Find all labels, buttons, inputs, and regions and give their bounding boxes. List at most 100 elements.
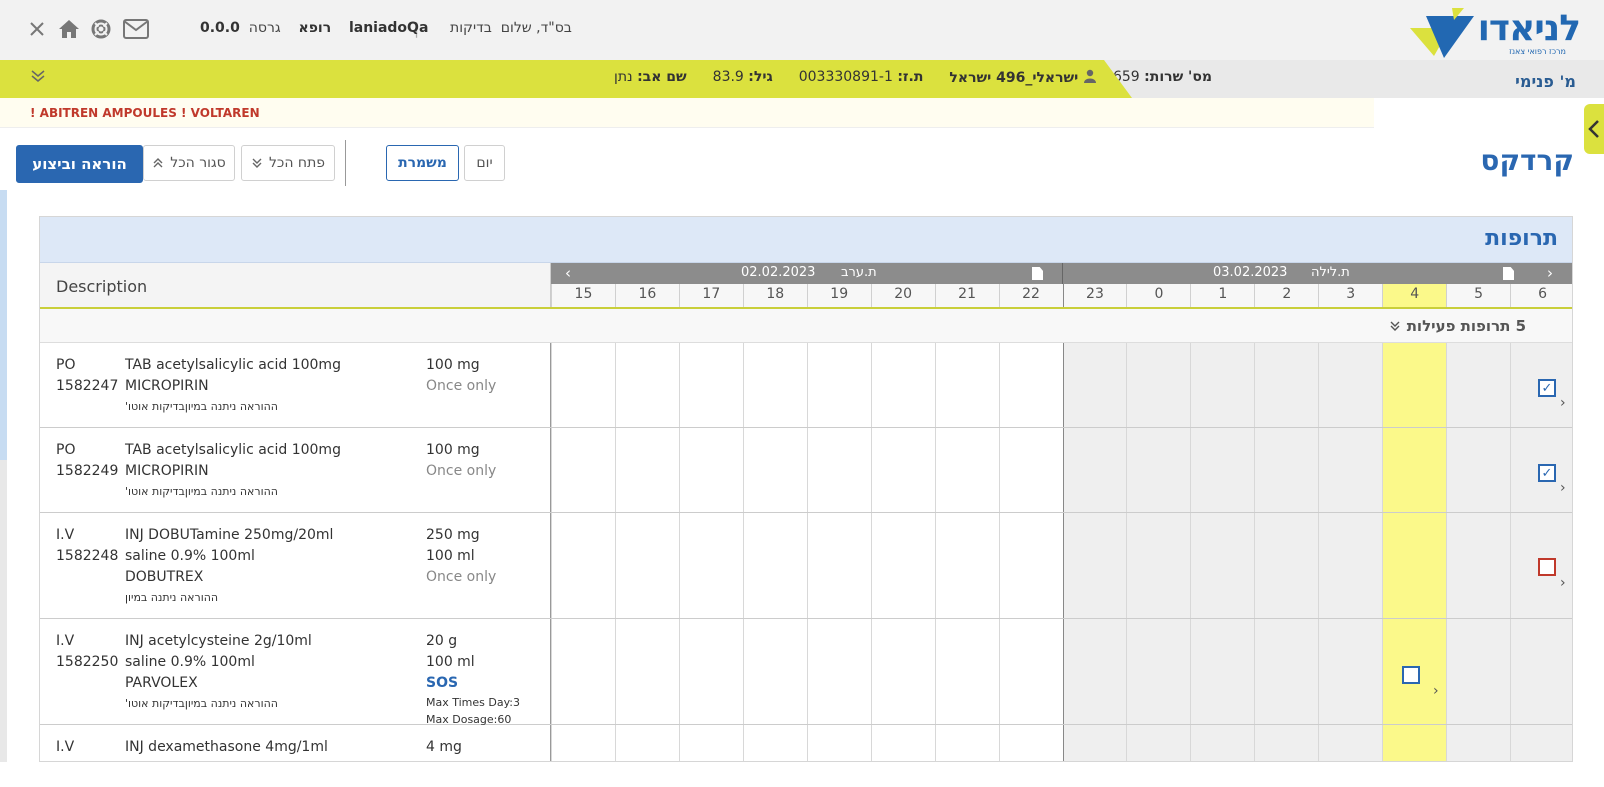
schedule-cell[interactable] bbox=[1190, 343, 1255, 427]
schedule-cell[interactable] bbox=[551, 428, 615, 512]
expand-all-button[interactable]: פתח הכל bbox=[241, 145, 335, 181]
schedule-cell[interactable] bbox=[1254, 428, 1319, 512]
schedule-cell[interactable] bbox=[1510, 725, 1572, 761]
chevron-right-icon[interactable]: › bbox=[1560, 575, 1566, 591]
collapse-all-button[interactable]: סגור הכל bbox=[143, 145, 235, 181]
schedule-cell[interactable] bbox=[1126, 343, 1191, 427]
schedule-cell[interactable] bbox=[742, 725, 807, 761]
schedule-cell[interactable] bbox=[1382, 428, 1447, 512]
schedule-cell[interactable] bbox=[870, 513, 935, 618]
schedule-cell[interactable] bbox=[1062, 343, 1127, 427]
schedule-cell[interactable] bbox=[1446, 513, 1511, 618]
schedule-cell[interactable] bbox=[806, 343, 871, 427]
schedule-cell[interactable] bbox=[934, 428, 999, 512]
double-chevron-down-icon[interactable] bbox=[30, 68, 48, 86]
schedule-cell[interactable] bbox=[998, 513, 1063, 618]
chevron-right-icon[interactable]: › bbox=[1560, 480, 1566, 496]
scrollbar-thumb[interactable] bbox=[0, 190, 7, 460]
active-meds-group[interactable]: 5 תרופות פעילות bbox=[40, 309, 1572, 343]
document-icon[interactable] bbox=[1032, 267, 1043, 280]
schedule-cell[interactable] bbox=[1446, 428, 1511, 512]
side-panel-toggle[interactable] bbox=[1584, 104, 1604, 154]
document-icon[interactable] bbox=[1503, 267, 1514, 280]
schedule-cell[interactable] bbox=[1254, 343, 1319, 427]
schedule-cell[interactable] bbox=[1510, 619, 1572, 724]
schedule-cell[interactable] bbox=[614, 428, 679, 512]
schedule-cell[interactable] bbox=[1318, 725, 1383, 761]
schedule-cell[interactable] bbox=[678, 619, 743, 724]
schedule-cell[interactable] bbox=[1382, 513, 1447, 618]
administered-checkbox[interactable]: ✓ bbox=[1538, 379, 1556, 397]
chevron-right-icon[interactable]: › bbox=[1433, 683, 1439, 699]
schedule-cell[interactable] bbox=[998, 619, 1063, 724]
schedule-cell[interactable] bbox=[1318, 428, 1383, 512]
schedule-cell[interactable] bbox=[934, 725, 999, 761]
schedule-cell[interactable] bbox=[1318, 343, 1383, 427]
schedule-cell[interactable] bbox=[1062, 725, 1127, 761]
chevron-right-icon[interactable]: › bbox=[1560, 395, 1566, 411]
schedule-cell[interactable] bbox=[1062, 513, 1127, 618]
schedule-cell[interactable] bbox=[551, 343, 615, 427]
schedule-cell[interactable] bbox=[1190, 619, 1255, 724]
sos-checkbox[interactable] bbox=[1402, 666, 1420, 684]
schedule-cell[interactable] bbox=[998, 725, 1063, 761]
schedule-cell[interactable] bbox=[1382, 725, 1447, 761]
schedule-cell[interactable] bbox=[998, 343, 1063, 427]
schedule-cell[interactable] bbox=[870, 343, 935, 427]
schedule-cell[interactable] bbox=[870, 725, 935, 761]
schedule-cell[interactable] bbox=[806, 513, 871, 618]
pending-checkbox[interactable] bbox=[1538, 558, 1556, 576]
schedule-cell[interactable] bbox=[742, 619, 807, 724]
schedule-cell[interactable] bbox=[614, 725, 679, 761]
schedule-cell[interactable] bbox=[1446, 343, 1511, 427]
schedule-cell[interactable] bbox=[870, 428, 935, 512]
schedule-cell[interactable] bbox=[1126, 619, 1191, 724]
schedule-cell[interactable] bbox=[806, 428, 871, 512]
schedule-cell[interactable] bbox=[1318, 513, 1383, 618]
schedule-cell[interactable] bbox=[806, 619, 871, 724]
schedule-cell[interactable] bbox=[742, 428, 807, 512]
administered-checkbox[interactable]: ✓ bbox=[1538, 464, 1556, 482]
schedule-cell[interactable] bbox=[934, 343, 999, 427]
schedule-cell[interactable] bbox=[1062, 428, 1127, 512]
schedule-cell[interactable] bbox=[1382, 343, 1447, 427]
home-icon[interactable] bbox=[58, 18, 80, 40]
close-icon[interactable] bbox=[26, 18, 48, 40]
schedule-cell[interactable] bbox=[934, 619, 999, 724]
schedule-cell[interactable] bbox=[614, 619, 679, 724]
mail-icon[interactable] bbox=[122, 18, 150, 40]
schedule-cell[interactable] bbox=[1190, 513, 1255, 618]
previous-shift-arrow[interactable]: ‹ bbox=[565, 264, 571, 282]
schedule-cell[interactable] bbox=[551, 513, 615, 618]
schedule-cell[interactable] bbox=[551, 619, 615, 724]
schedule-cell[interactable] bbox=[806, 725, 871, 761]
day-view-button[interactable]: יום bbox=[464, 145, 505, 181]
shift-view-button[interactable]: משמרת bbox=[386, 145, 459, 181]
lifebuoy-icon[interactable] bbox=[90, 18, 112, 40]
schedule-cell[interactable] bbox=[551, 725, 615, 761]
schedule-cell[interactable] bbox=[678, 513, 743, 618]
schedule-cell[interactable] bbox=[678, 725, 743, 761]
schedule-cell[interactable] bbox=[1126, 428, 1191, 512]
schedule-cell[interactable] bbox=[614, 513, 679, 618]
schedule-cell[interactable] bbox=[998, 428, 1063, 512]
schedule-cell[interactable] bbox=[1254, 513, 1319, 618]
order-execute-button[interactable]: הוראה וביצוע bbox=[16, 145, 143, 183]
schedule-cell[interactable] bbox=[1318, 619, 1383, 724]
schedule-cell[interactable] bbox=[1062, 619, 1127, 724]
schedule-cell[interactable] bbox=[1254, 725, 1319, 761]
schedule-cell[interactable] bbox=[1126, 513, 1191, 618]
schedule-cell[interactable] bbox=[742, 343, 807, 427]
tests-link[interactable]: בדיקות bbox=[450, 20, 492, 36]
schedule-cell[interactable] bbox=[1190, 725, 1255, 761]
hospital-logo[interactable]: לניאדו מרכז רפואי צאנז bbox=[1404, 6, 1581, 60]
schedule-cell[interactable] bbox=[678, 343, 743, 427]
schedule-cell[interactable] bbox=[742, 513, 807, 618]
schedule-cell[interactable] bbox=[1446, 725, 1511, 761]
schedule-cell[interactable] bbox=[1254, 619, 1319, 724]
schedule-cell[interactable] bbox=[870, 619, 935, 724]
schedule-cell[interactable] bbox=[678, 428, 743, 512]
next-shift-arrow[interactable]: › bbox=[1547, 264, 1553, 282]
schedule-cell[interactable] bbox=[1190, 428, 1255, 512]
schedule-cell[interactable] bbox=[934, 513, 999, 618]
